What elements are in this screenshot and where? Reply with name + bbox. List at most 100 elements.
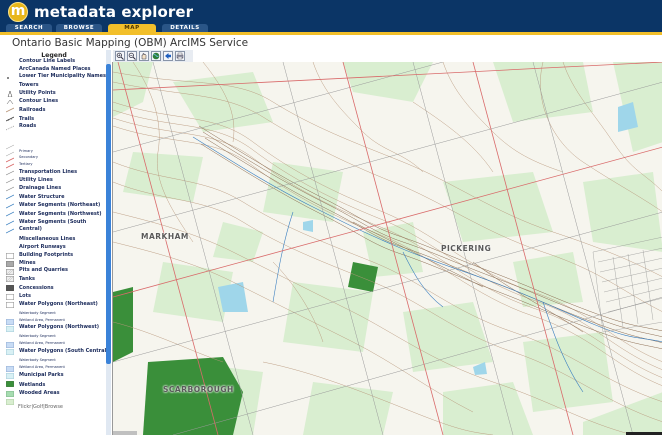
page-title: Ontario Basic Mapping (OBM) ArcIMS Servi… bbox=[12, 37, 249, 49]
legend-item: Concessions bbox=[2, 284, 106, 300]
legend-item: Tanks bbox=[2, 275, 106, 291]
legend-item-label: Water Polygons (Northeast) bbox=[19, 301, 98, 307]
legend-item-label: Miscellaneous Lines bbox=[19, 236, 76, 242]
legend-item: Airport Runways bbox=[2, 243, 106, 259]
legend-item-label: Tertiary bbox=[19, 162, 33, 166]
legend-item-label: Transportation Lines bbox=[19, 169, 78, 175]
legend-item-label: Utility Lines bbox=[19, 177, 53, 183]
legend-symbol-box-white bbox=[6, 293, 14, 308]
legend-symbol-none bbox=[6, 301, 14, 307]
legend-scroll-thumb[interactable] bbox=[106, 64, 111, 364]
legend-symbol-line-blue bbox=[5, 185, 15, 200]
legend-item-label: Airport Runways bbox=[19, 244, 66, 250]
full-extent-button[interactable] bbox=[151, 51, 161, 61]
legend-symbol-line-blue bbox=[5, 211, 15, 226]
place-label-pickering: PICKERING bbox=[441, 244, 492, 253]
legend-item: Municipal Parks bbox=[2, 371, 106, 387]
legend-item: Lots bbox=[2, 292, 106, 308]
legend-symbol-box-wetland bbox=[6, 340, 14, 355]
legend-item: Transportation Lines bbox=[2, 168, 106, 184]
zoom-out-icon bbox=[128, 52, 136, 60]
legend-symbol-line-grey bbox=[5, 161, 15, 176]
legend-item: Wetland Area, Permanent bbox=[2, 339, 106, 355]
legend-item-label: Tanks bbox=[19, 276, 36, 282]
legend-item: Wetland Area, Permanent bbox=[2, 363, 106, 379]
legend-item: Water Segments (Northwest) bbox=[2, 210, 106, 226]
legend-credit[interactable]: Flickr|Golf|Browse bbox=[18, 404, 63, 410]
legend-item: Utility Lines bbox=[2, 176, 106, 192]
pan-hand-icon bbox=[141, 53, 147, 60]
legend-item: Roads bbox=[2, 122, 106, 130]
legend-item: Drainage Lines bbox=[2, 184, 106, 200]
legend-item-label: Central) bbox=[19, 226, 42, 232]
legend-item-label: Wetlands bbox=[19, 382, 46, 388]
legend-item: Central) bbox=[2, 225, 106, 233]
legend-item: Water Polygons (Northwest) bbox=[2, 323, 106, 331]
legend-item-label: Drainage Lines bbox=[19, 185, 62, 191]
legend-item-label: Roads bbox=[19, 123, 37, 129]
legend-item-label: Lots bbox=[19, 293, 31, 299]
legend-symbol-box-wetland bbox=[6, 364, 14, 379]
legend-item: Contour Lines bbox=[2, 97, 106, 113]
pan-button[interactable] bbox=[139, 51, 149, 61]
back-button[interactable] bbox=[163, 51, 173, 61]
legend-item-label: Building Footprints bbox=[19, 252, 74, 258]
legend-symbol-line-blue bbox=[5, 202, 15, 217]
legend-item: Water Structure bbox=[2, 193, 106, 209]
legend-item-label: Municipal Parks bbox=[19, 372, 64, 378]
legend-item: Tertiary bbox=[2, 160, 106, 176]
legend-symbol-line-blue bbox=[5, 194, 15, 209]
legend-item: Water Segments (Northeast) bbox=[2, 201, 106, 217]
logo: m bbox=[8, 2, 28, 22]
legend-item: Contour Line Labels bbox=[2, 57, 106, 65]
legend-symbol-line-grey bbox=[5, 177, 15, 192]
zoom-in-icon bbox=[116, 52, 124, 60]
urban-area bbox=[592, 237, 662, 333]
legend-scrollbar[interactable] bbox=[106, 50, 111, 435]
legend-symbol-point bbox=[6, 90, 14, 105]
tab-browse[interactable]: BROWSE bbox=[56, 24, 102, 32]
legend-item-label: Lower Tier Municipality Names bbox=[19, 73, 106, 79]
legend-item: Pits and Quarries bbox=[2, 266, 106, 282]
tab-map[interactable]: MAP bbox=[108, 24, 156, 32]
legend-item: Wetlands bbox=[2, 381, 106, 397]
legend-symbol-box-white bbox=[6, 285, 14, 300]
map-toolbar bbox=[113, 50, 193, 62]
legend-item-label: Water Polygons (Northwest) bbox=[19, 324, 100, 330]
legend-item-label: Water Structure bbox=[19, 194, 65, 200]
main-nav: SEARCH BROWSE MAP DETAILS bbox=[0, 24, 662, 32]
tab-details[interactable]: DETAILS bbox=[162, 24, 208, 32]
legend-item-label: Towers bbox=[19, 82, 39, 88]
legend-symbol-box-wood bbox=[6, 390, 14, 405]
print-icon bbox=[176, 52, 184, 60]
zoom-out-button[interactable] bbox=[127, 51, 137, 61]
print-button[interactable] bbox=[175, 51, 185, 61]
app-title: metadata explorer bbox=[34, 3, 194, 21]
legend-symbol-none bbox=[6, 324, 14, 330]
legend-item-label: Concessions bbox=[19, 285, 54, 291]
legend-symbol-box-dark bbox=[6, 276, 14, 291]
legend-item-label: Water Segments (Northwest) bbox=[19, 211, 102, 217]
scale-bar bbox=[113, 431, 137, 435]
legend-panel[interactable]: Legend Contour Line Labels ArcCanada Name… bbox=[2, 50, 106, 435]
map-canvas[interactable]: MARKHAM PICKERING SCARBOROUGH bbox=[112, 62, 662, 435]
legend-symbol-box-green bbox=[6, 382, 14, 397]
legend-symbol-line-brown bbox=[5, 98, 15, 113]
legend-item: Lower Tier Municipality Names bbox=[2, 72, 106, 80]
app-window: m metadata explorer SEARCH BROWSE MAP DE… bbox=[0, 0, 662, 435]
globe-icon bbox=[152, 52, 160, 60]
legend-item-label: Wetland Area, Permanent bbox=[19, 365, 65, 369]
legend-symbol-none bbox=[6, 58, 14, 64]
legend-item-label: Pits and Quarries bbox=[19, 267, 68, 273]
legend-item: Miscellaneous Lines bbox=[2, 235, 106, 243]
legend-symbol-none bbox=[6, 236, 14, 242]
tab-search[interactable]: SEARCH bbox=[6, 24, 52, 32]
zoom-in-button[interactable] bbox=[115, 51, 125, 61]
legend-item-label: Contour Lines bbox=[19, 98, 59, 104]
legend-item: Wooded Areas bbox=[2, 389, 106, 405]
legend-item: Water Polygons (South Central) bbox=[2, 347, 106, 355]
place-label-scarborough: SCARBOROUGH bbox=[163, 385, 234, 394]
map-graphic bbox=[113, 62, 662, 435]
legend-item-label: Wooded Areas bbox=[19, 390, 60, 396]
legend-symbol-none bbox=[6, 123, 14, 129]
